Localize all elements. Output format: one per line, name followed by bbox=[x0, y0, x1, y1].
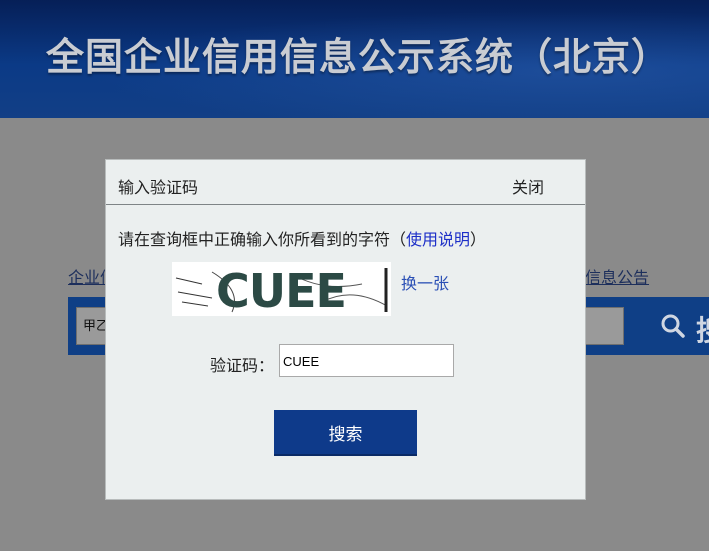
close-button[interactable]: 关闭 bbox=[512, 174, 544, 198]
captcha-image: CUEE bbox=[172, 262, 391, 316]
instruction-prefix: 请在查询框中正确输入你所看到的字符（ bbox=[118, 230, 407, 249]
instruction-text: 请在查询框中正确输入你所看到的字符（使用说明） bbox=[118, 226, 486, 250]
captcha-input[interactable] bbox=[279, 344, 454, 377]
site-title: 全国企业信用信息公示系统（北京） bbox=[46, 35, 671, 79]
dialog-title: 输入验证码 bbox=[118, 178, 199, 197]
nav-link-announcements[interactable]: 信息公告 bbox=[585, 264, 649, 288]
refresh-captcha-link[interactable]: 换一张 bbox=[401, 270, 449, 294]
captcha-code: CUEE bbox=[216, 264, 347, 316]
dialog-header: 输入验证码 关闭 bbox=[106, 160, 585, 205]
help-link[interactable]: 使用说明 bbox=[406, 230, 470, 249]
instruction-suffix: ） bbox=[470, 230, 487, 249]
captcha-dialog: 输入验证码 关闭 请在查询框中正确输入你所看到的字符（使用说明） CUEE 换一… bbox=[105, 159, 586, 500]
code-label: 验证码： bbox=[210, 356, 275, 375]
header-banner: 全国企业信用信息公示系统（北京） bbox=[0, 0, 709, 118]
search-button[interactable]: 搜 bbox=[696, 309, 709, 349]
search-submit-button[interactable]: 搜索 bbox=[274, 410, 417, 456]
search-icon[interactable] bbox=[660, 313, 686, 339]
